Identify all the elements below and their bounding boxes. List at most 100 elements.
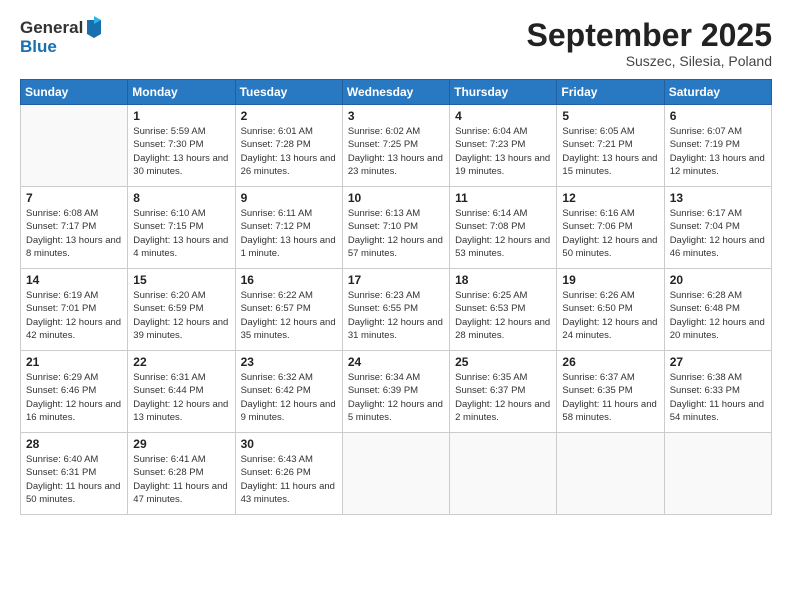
calendar-cell: 18 Sunrise: 6:25 AMSunset: 6:53 PMDaylig…: [450, 269, 557, 351]
day-info: Sunrise: 6:13 AMSunset: 7:10 PMDaylight:…: [348, 208, 443, 259]
day-number: 13: [670, 191, 766, 205]
calendar-table: SundayMondayTuesdayWednesdayThursdayFrid…: [20, 79, 772, 515]
day-info: Sunrise: 6:34 AMSunset: 6:39 PMDaylight:…: [348, 372, 443, 423]
day-number: 12: [562, 191, 658, 205]
header: General Blue September 2025 Suszec, Sile…: [20, 18, 772, 69]
weekday-header: Tuesday: [235, 80, 342, 105]
day-info: Sunrise: 6:07 AMSunset: 7:19 PMDaylight:…: [670, 126, 765, 177]
calendar-cell: 7 Sunrise: 6:08 AMSunset: 7:17 PMDayligh…: [21, 187, 128, 269]
day-number: 27: [670, 355, 766, 369]
calendar-cell: 4 Sunrise: 6:04 AMSunset: 7:23 PMDayligh…: [450, 105, 557, 187]
calendar-cell: 6 Sunrise: 6:07 AMSunset: 7:19 PMDayligh…: [664, 105, 771, 187]
day-info: Sunrise: 6:08 AMSunset: 7:17 PMDaylight:…: [26, 208, 121, 259]
calendar-cell: [450, 433, 557, 515]
day-number: 22: [133, 355, 229, 369]
day-info: Sunrise: 6:19 AMSunset: 7:01 PMDaylight:…: [26, 290, 121, 341]
day-info: Sunrise: 6:02 AMSunset: 7:25 PMDaylight:…: [348, 126, 443, 177]
weekday-header: Thursday: [450, 80, 557, 105]
day-number: 20: [670, 273, 766, 287]
calendar-week-row: 28 Sunrise: 6:40 AMSunset: 6:31 PMDaylig…: [21, 433, 772, 515]
logo-icon: [85, 16, 103, 38]
weekday-header: Wednesday: [342, 80, 449, 105]
calendar-cell: 20 Sunrise: 6:28 AMSunset: 6:48 PMDaylig…: [664, 269, 771, 351]
calendar-cell: 25 Sunrise: 6:35 AMSunset: 6:37 PMDaylig…: [450, 351, 557, 433]
day-number: 29: [133, 437, 229, 451]
calendar-cell: 8 Sunrise: 6:10 AMSunset: 7:15 PMDayligh…: [128, 187, 235, 269]
calendar-cell: 12 Sunrise: 6:16 AMSunset: 7:06 PMDaylig…: [557, 187, 664, 269]
day-info: Sunrise: 6:40 AMSunset: 6:31 PMDaylight:…: [26, 454, 120, 505]
day-number: 7: [26, 191, 122, 205]
day-number: 17: [348, 273, 444, 287]
day-number: 19: [562, 273, 658, 287]
day-number: 2: [241, 109, 337, 123]
calendar-cell: [342, 433, 449, 515]
calendar-cell: [21, 105, 128, 187]
day-info: Sunrise: 6:35 AMSunset: 6:37 PMDaylight:…: [455, 372, 550, 423]
day-info: Sunrise: 6:20 AMSunset: 6:59 PMDaylight:…: [133, 290, 228, 341]
calendar-cell: 14 Sunrise: 6:19 AMSunset: 7:01 PMDaylig…: [21, 269, 128, 351]
day-number: 24: [348, 355, 444, 369]
calendar-cell: 27 Sunrise: 6:38 AMSunset: 6:33 PMDaylig…: [664, 351, 771, 433]
day-info: Sunrise: 6:10 AMSunset: 7:15 PMDaylight:…: [133, 208, 228, 259]
weekday-header: Friday: [557, 80, 664, 105]
day-info: Sunrise: 6:01 AMSunset: 7:28 PMDaylight:…: [241, 126, 336, 177]
weekday-header: Saturday: [664, 80, 771, 105]
day-info: Sunrise: 5:59 AMSunset: 7:30 PMDaylight:…: [133, 126, 228, 177]
day-number: 9: [241, 191, 337, 205]
title-block: September 2025 Suszec, Silesia, Poland: [527, 18, 772, 69]
day-info: Sunrise: 6:25 AMSunset: 6:53 PMDaylight:…: [455, 290, 550, 341]
calendar-cell: 15 Sunrise: 6:20 AMSunset: 6:59 PMDaylig…: [128, 269, 235, 351]
day-info: Sunrise: 6:04 AMSunset: 7:23 PMDaylight:…: [455, 126, 550, 177]
day-number: 16: [241, 273, 337, 287]
calendar-cell: 5 Sunrise: 6:05 AMSunset: 7:21 PMDayligh…: [557, 105, 664, 187]
day-number: 18: [455, 273, 551, 287]
day-number: 8: [133, 191, 229, 205]
calendar-header-row: SundayMondayTuesdayWednesdayThursdayFrid…: [21, 80, 772, 105]
calendar-cell: 11 Sunrise: 6:14 AMSunset: 7:08 PMDaylig…: [450, 187, 557, 269]
day-info: Sunrise: 6:43 AMSunset: 6:26 PMDaylight:…: [241, 454, 335, 505]
day-info: Sunrise: 6:11 AMSunset: 7:12 PMDaylight:…: [241, 208, 336, 259]
calendar-cell: 22 Sunrise: 6:31 AMSunset: 6:44 PMDaylig…: [128, 351, 235, 433]
weekday-header: Monday: [128, 80, 235, 105]
day-number: 25: [455, 355, 551, 369]
calendar-week-row: 7 Sunrise: 6:08 AMSunset: 7:17 PMDayligh…: [21, 187, 772, 269]
day-number: 6: [670, 109, 766, 123]
calendar-week-row: 1 Sunrise: 5:59 AMSunset: 7:30 PMDayligh…: [21, 105, 772, 187]
day-info: Sunrise: 6:23 AMSunset: 6:55 PMDaylight:…: [348, 290, 443, 341]
calendar-week-row: 14 Sunrise: 6:19 AMSunset: 7:01 PMDaylig…: [21, 269, 772, 351]
day-number: 3: [348, 109, 444, 123]
calendar-cell: 21 Sunrise: 6:29 AMSunset: 6:46 PMDaylig…: [21, 351, 128, 433]
calendar-cell: 23 Sunrise: 6:32 AMSunset: 6:42 PMDaylig…: [235, 351, 342, 433]
day-info: Sunrise: 6:16 AMSunset: 7:06 PMDaylight:…: [562, 208, 657, 259]
logo-general-text: General: [20, 19, 83, 38]
calendar-cell: 1 Sunrise: 5:59 AMSunset: 7:30 PMDayligh…: [128, 105, 235, 187]
day-info: Sunrise: 6:31 AMSunset: 6:44 PMDaylight:…: [133, 372, 228, 423]
day-number: 21: [26, 355, 122, 369]
day-info: Sunrise: 6:14 AMSunset: 7:08 PMDaylight:…: [455, 208, 550, 259]
day-number: 30: [241, 437, 337, 451]
calendar-cell: 19 Sunrise: 6:26 AMSunset: 6:50 PMDaylig…: [557, 269, 664, 351]
day-info: Sunrise: 6:41 AMSunset: 6:28 PMDaylight:…: [133, 454, 227, 505]
day-info: Sunrise: 6:37 AMSunset: 6:35 PMDaylight:…: [562, 372, 656, 423]
calendar-cell: 3 Sunrise: 6:02 AMSunset: 7:25 PMDayligh…: [342, 105, 449, 187]
day-number: 14: [26, 273, 122, 287]
day-number: 11: [455, 191, 551, 205]
calendar-cell: 2 Sunrise: 6:01 AMSunset: 7:28 PMDayligh…: [235, 105, 342, 187]
logo: General Blue: [20, 18, 103, 57]
weekday-header: Sunday: [21, 80, 128, 105]
calendar-cell: 16 Sunrise: 6:22 AMSunset: 6:57 PMDaylig…: [235, 269, 342, 351]
calendar-cell: 13 Sunrise: 6:17 AMSunset: 7:04 PMDaylig…: [664, 187, 771, 269]
logo-blue-text: Blue: [20, 38, 103, 57]
calendar-cell: 9 Sunrise: 6:11 AMSunset: 7:12 PMDayligh…: [235, 187, 342, 269]
calendar-cell: [557, 433, 664, 515]
day-info: Sunrise: 6:22 AMSunset: 6:57 PMDaylight:…: [241, 290, 336, 341]
day-number: 4: [455, 109, 551, 123]
calendar-week-row: 21 Sunrise: 6:29 AMSunset: 6:46 PMDaylig…: [21, 351, 772, 433]
day-number: 15: [133, 273, 229, 287]
day-number: 23: [241, 355, 337, 369]
calendar-cell: 29 Sunrise: 6:41 AMSunset: 6:28 PMDaylig…: [128, 433, 235, 515]
day-info: Sunrise: 6:38 AMSunset: 6:33 PMDaylight:…: [670, 372, 764, 423]
day-info: Sunrise: 6:32 AMSunset: 6:42 PMDaylight:…: [241, 372, 336, 423]
day-info: Sunrise: 6:29 AMSunset: 6:46 PMDaylight:…: [26, 372, 121, 423]
calendar-cell: 24 Sunrise: 6:34 AMSunset: 6:39 PMDaylig…: [342, 351, 449, 433]
